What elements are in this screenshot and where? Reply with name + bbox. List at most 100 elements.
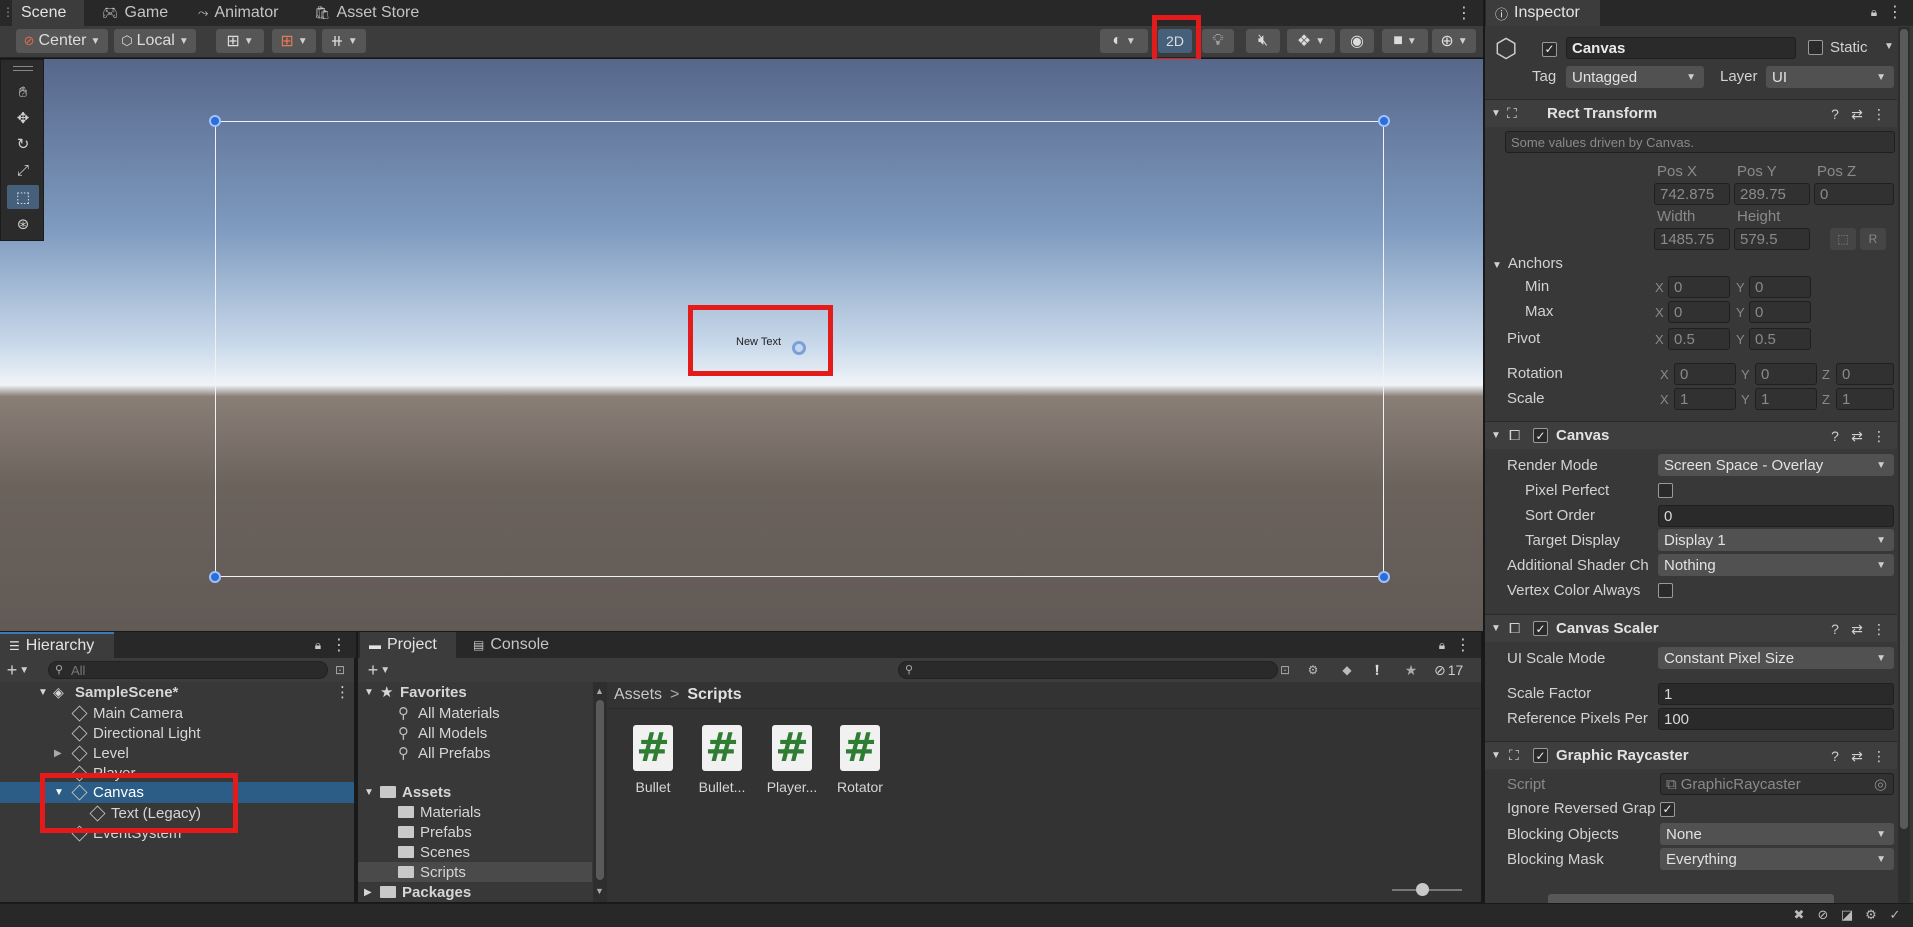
pivot-rotation-dropdown[interactable]: ⬡ Local ▼ — [114, 29, 196, 53]
scale-tool-icon[interactable]: ⤢ — [9, 159, 37, 181]
search-scope-icon[interactable]: ⊡ — [332, 661, 348, 679]
component-menu-icon[interactable]: ⋮ — [1869, 427, 1889, 445]
pivot-x-field[interactable]: 0.5 — [1668, 328, 1730, 350]
auto-generate-lighting-icon[interactable]: ◪ — [1838, 906, 1856, 924]
hidden-packages-toggle[interactable]: ⊘ 17 — [1434, 661, 1463, 679]
draw-mode-button[interactable]: ◐ ▼ — [1100, 29, 1148, 53]
scene-tab-menu-icon[interactable]: ⋮ — [1456, 2, 1472, 24]
rect-handle-bottom-right[interactable] — [1378, 571, 1390, 583]
asset-file-rotator[interactable]: # Rotator — [828, 725, 892, 795]
anchor-max-y-field[interactable]: 0 — [1749, 301, 1811, 323]
component-enabled-checkbox[interactable]: ✓ — [1533, 748, 1548, 763]
scroll-thumb[interactable] — [596, 700, 604, 880]
static-checkbox[interactable] — [1808, 40, 1823, 60]
folder-tree-scrollbar[interactable]: ▲ ▼ — [593, 682, 607, 902]
height-field[interactable]: 579.5 — [1734, 228, 1810, 250]
graphic-raycaster-header[interactable]: ▼ ⛶ ✓ Graphic Raycaster ? ⇄ ⋮ — [1485, 741, 1897, 769]
tab-animator[interactable]: ⤳ Animator — [189, 0, 287, 26]
tab-scene[interactable]: Scene — [12, 0, 84, 26]
audio-toggle-button[interactable]: 🔇︎ — [1246, 29, 1280, 53]
anchor-min-y-field[interactable]: 0 — [1749, 276, 1811, 298]
breadcrumb-scripts[interactable]: Scripts — [687, 686, 741, 704]
rect-tool-icon[interactable]: ⬚ — [7, 185, 39, 209]
presets-icon[interactable]: ⇄ — [1847, 620, 1867, 638]
scroll-up-arrow-icon[interactable]: ▲ — [595, 686, 604, 696]
tag-dropdown[interactable]: Untagged ▼ — [1566, 66, 1704, 88]
ignore-reversed-checkbox[interactable]: ✓ — [1660, 800, 1675, 818]
scale-x-field[interactable]: 1 — [1674, 388, 1736, 410]
pos-x-field[interactable]: 742.875 — [1654, 183, 1730, 205]
gizmos-button[interactable]: ⊕ ▼ — [1432, 29, 1476, 53]
object-name-field[interactable]: Canvas — [1566, 37, 1796, 59]
blocking-objects-dropdown[interactable]: None ▼ — [1660, 823, 1894, 845]
favorite-star-icon[interactable]: ★ — [1402, 661, 1420, 679]
help-icon[interactable]: ? — [1825, 620, 1845, 638]
pivot-mode-dropdown[interactable]: ⊘ Center ▼ — [16, 29, 108, 53]
object-picker-icon[interactable]: ◎ — [1874, 775, 1887, 793]
collapse-arrow-icon[interactable]: ▶ — [54, 748, 72, 759]
blocking-mask-dropdown[interactable]: Everything ▼ — [1660, 848, 1894, 870]
help-icon[interactable]: ? — [1825, 427, 1845, 445]
project-menu-icon[interactable]: ⋮ — [1455, 636, 1471, 654]
settings-off-icon[interactable]: ⚙ — [1862, 906, 1880, 924]
target-display-dropdown[interactable]: Display 1 ▼ — [1658, 529, 1894, 551]
tab-asset-store[interactable]: 🛍︎ Asset Store — [305, 0, 428, 26]
rect-handle-top-left[interactable] — [209, 115, 221, 127]
increment-snap-button[interactable]: ⊞ ▼ — [272, 29, 316, 53]
pos-y-field[interactable]: 289.75 — [1734, 183, 1810, 205]
presets-icon[interactable]: ⇄ — [1847, 427, 1867, 445]
search-by-type-icon[interactable]: ⚙ — [1304, 661, 1322, 679]
canvas-scaler-header[interactable]: ▼ ⧠ ✓ Canvas Scaler ? ⇄ ⋮ — [1485, 614, 1897, 642]
rotate-tool-icon[interactable]: ↻ — [9, 133, 37, 155]
asset-file-bullet-2[interactable]: # Bullet... — [690, 725, 754, 795]
anchor-min-x-field[interactable]: 0 — [1668, 276, 1730, 298]
hierarchy-scene-row[interactable]: ▼ ◈ SampleScene* ⋮ — [0, 682, 354, 702]
transform-tool-icon[interactable]: ⊛ — [9, 213, 37, 235]
grid-snap-button[interactable]: ⊞ ▼ — [216, 29, 264, 53]
hierarchy-item-level[interactable]: ▶ Level — [54, 743, 129, 763]
grid-visibility-button[interactable]: ⧺ ▼ — [322, 29, 366, 53]
component-enabled-checkbox[interactable]: ✓ — [1533, 621, 1548, 636]
ui-scale-mode-dropdown[interactable]: Constant Pixel Size ▼ — [1658, 647, 1894, 669]
debug-off-icon[interactable]: ✖︎ — [1790, 906, 1808, 924]
tab-console[interactable]: ▤ Console — [464, 632, 558, 658]
rect-handle-bottom-left[interactable] — [209, 571, 221, 583]
favorite-all-models[interactable]: ⚲ All Models — [398, 723, 487, 743]
static-dropdown-icon[interactable]: ▼ — [1884, 41, 1894, 52]
help-icon[interactable]: ? — [1825, 747, 1845, 765]
tab-hierarchy[interactable]: ☰ Hierarchy — [0, 632, 114, 658]
component-menu-icon[interactable]: ⋮ — [1869, 747, 1889, 765]
scroll-down-arrow-icon[interactable]: ▼ — [595, 886, 604, 896]
asset-file-bullet[interactable]: # Bullet — [621, 725, 685, 795]
hierarchy-item-directional-light[interactable]: Directional Light — [71, 723, 201, 743]
ref-pixels-field[interactable]: 100 — [1658, 708, 1894, 730]
anchor-max-x-field[interactable]: 0 — [1668, 301, 1730, 323]
favorite-all-materials[interactable]: ⚲ All Materials — [398, 703, 500, 723]
lock-icon[interactable]: 🔒︎ — [310, 636, 326, 654]
folder-prefabs[interactable]: Prefabs — [398, 822, 472, 842]
hierarchy-menu-icon[interactable]: ⋮ — [331, 636, 347, 654]
anchors-foldout[interactable]: ▼ Anchors — [1492, 255, 1563, 272]
presets-icon[interactable]: ⇄ — [1847, 105, 1867, 123]
lock-icon[interactable]: 🔒︎ — [1434, 636, 1450, 654]
search-scope-icon[interactable]: ⊡ — [1276, 661, 1294, 679]
network-off-icon[interactable]: ⊘ — [1814, 906, 1832, 924]
assets-row[interactable]: ▼ Assets — [364, 782, 451, 802]
tab-project[interactable]: ▬ Project — [360, 632, 456, 658]
scale-factor-field[interactable]: 1 — [1658, 683, 1894, 705]
hand-tool-icon[interactable]: ✋︎ — [9, 81, 37, 103]
project-search-input[interactable]: ⚲ — [898, 661, 1278, 679]
active-checkbox[interactable]: ✓ — [1542, 40, 1557, 58]
scene-view[interactable]: New Text — [0, 59, 1483, 631]
scene-menu-icon[interactable]: ⋮ — [335, 683, 350, 701]
tab-inspector[interactable]: ⓘ Inspector — [1486, 0, 1600, 26]
inspector-menu-icon[interactable]: ⋮ — [1887, 3, 1903, 21]
pos-z-field[interactable]: 0 — [1814, 183, 1894, 205]
effects-toggle-button[interactable]: ❖ ▼ — [1287, 29, 1335, 53]
component-menu-icon[interactable]: ⋮ — [1869, 620, 1889, 638]
scene-camera-button[interactable]: ■ ▼ — [1382, 29, 1428, 53]
component-enabled-checkbox[interactable]: ✓ — [1533, 428, 1548, 443]
folder-scripts[interactable]: Scripts — [398, 862, 466, 882]
inspector-scrollbar[interactable] — [1898, 27, 1910, 903]
width-field[interactable]: 1485.75 — [1654, 228, 1730, 250]
